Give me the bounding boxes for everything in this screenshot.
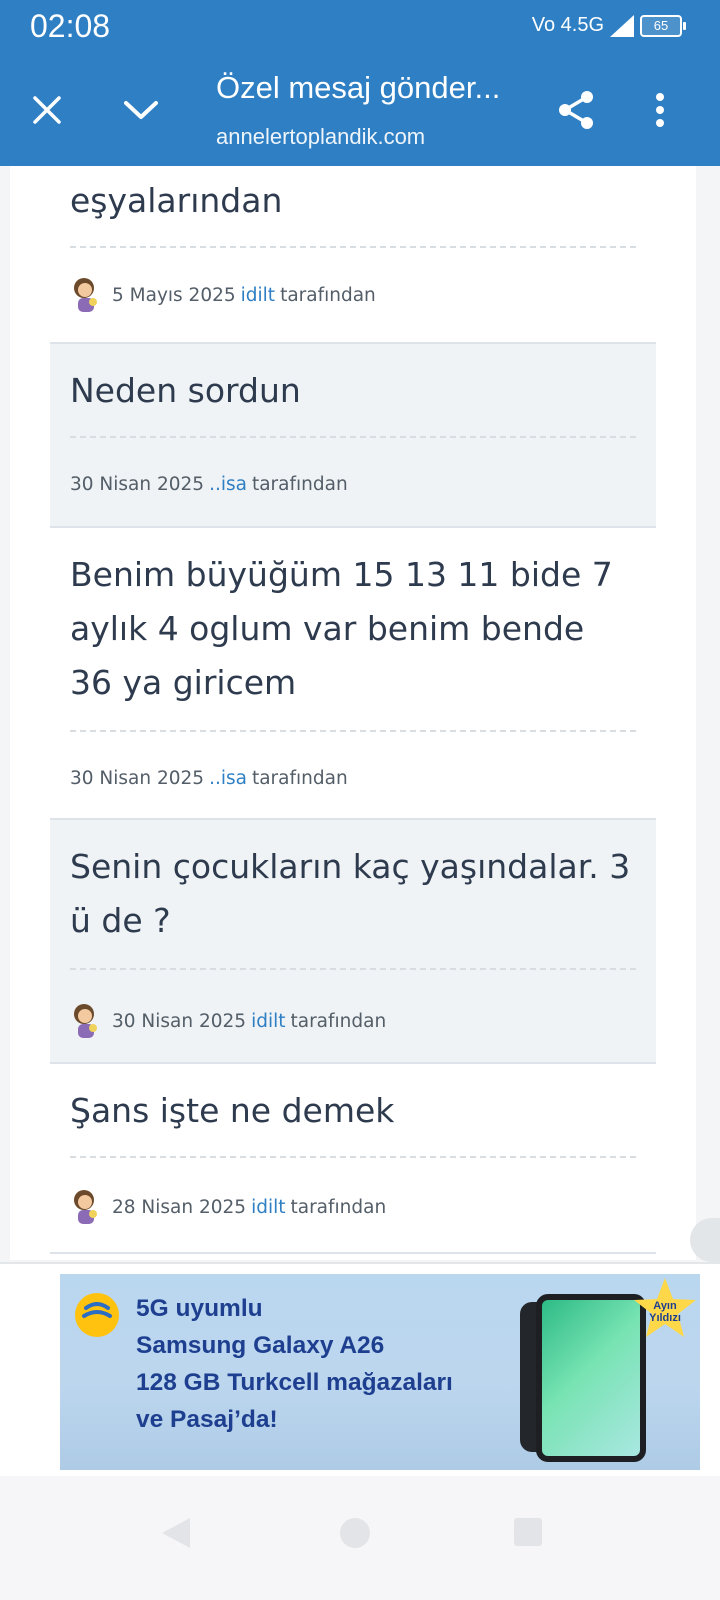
page-title: Özel mesaj gönder... (216, 70, 501, 105)
ad-banner[interactable]: 5G uyumlu Samsung Galaxy A26 128 GB Turk… (60, 1274, 700, 1470)
recents-icon[interactable] (512, 1516, 544, 1552)
author-link[interactable]: ..isa (209, 768, 247, 789)
author-link[interactable]: idilt (251, 1197, 285, 1218)
avatar[interactable] (70, 1188, 102, 1226)
phone-image (536, 1294, 646, 1462)
post-text: Senin çocukların kaç yaşındalar. 3 ü de … (70, 847, 631, 940)
app-toolbar: 02:08 Vo 4.5G 65 Özel mesaj gönder... an… (0, 0, 720, 166)
list-item: eşyalarından 5 Mayıs 2025 idilt tarafınd… (50, 166, 656, 344)
post-meta: 30 Nisan 2025 ..isa tarafından (70, 474, 348, 495)
post-text: Şans işte ne demek (70, 1091, 395, 1130)
chevron-down-icon[interactable] (115, 84, 167, 136)
avatar[interactable] (70, 1002, 102, 1040)
back-icon[interactable] (160, 1516, 192, 1554)
ad-text: 5G uyumlu Samsung Galaxy A26 128 GB Turk… (136, 1295, 453, 1433)
post-text: Benim büyüğüm 15 13 11 bide 7 aylık 4 og… (70, 555, 613, 702)
turkcell-logo-icon (75, 1293, 119, 1337)
close-icon[interactable] (21, 84, 73, 136)
thread-content: eşyalarından 5 Mayıs 2025 idilt tarafınd… (10, 166, 696, 1260)
battery-level: 65 (653, 18, 669, 33)
more-options-icon[interactable] (634, 84, 686, 136)
status-time: 02:08 (30, 8, 111, 44)
list-item: Neden sordun 30 Nisan 2025 ..isa tarafın… (50, 344, 656, 528)
signal-icon (610, 14, 634, 37)
avatar[interactable] (70, 276, 102, 314)
battery-icon: 65 (640, 14, 686, 37)
list-item: Benim büyüğüm 15 13 11 bide 7 aylık 4 og… (50, 528, 656, 820)
post-text: eşyalarından (70, 181, 283, 220)
ad-banner-container: 5G uyumlu Samsung Galaxy A26 128 GB Turk… (0, 1262, 720, 1478)
list-item: Şans işte ne demek 28 Nisan 2025 idilt t… (50, 1064, 656, 1254)
author-link[interactable]: idilt (251, 1011, 285, 1032)
post-meta: 30 Nisan 2025 ..isa tarafından (70, 768, 348, 789)
post-meta: 5 Mayıs 2025 idilt tarafından (70, 276, 636, 314)
author-link[interactable]: idilt (241, 285, 275, 306)
network-label: Vo 4.5G (531, 14, 604, 36)
page-url: annelertoplandik.com (216, 124, 426, 149)
share-icon[interactable] (550, 84, 602, 136)
post-meta: 30 Nisan 2025 idilt tarafından (70, 1002, 636, 1040)
system-nav-bar (0, 1476, 720, 1600)
post-meta: 28 Nisan 2025 idilt tarafından (70, 1188, 636, 1226)
author-link[interactable]: ..isa (209, 474, 247, 495)
status-icons: Vo 4.5G 65 (531, 14, 686, 37)
star-badge-text: Ayın Yıldızı (649, 1300, 681, 1324)
list-item: Senin çocukların kaç yaşındalar. 3 ü de … (50, 820, 656, 1064)
home-icon[interactable] (338, 1516, 372, 1554)
post-text: Neden sordun (70, 371, 301, 410)
